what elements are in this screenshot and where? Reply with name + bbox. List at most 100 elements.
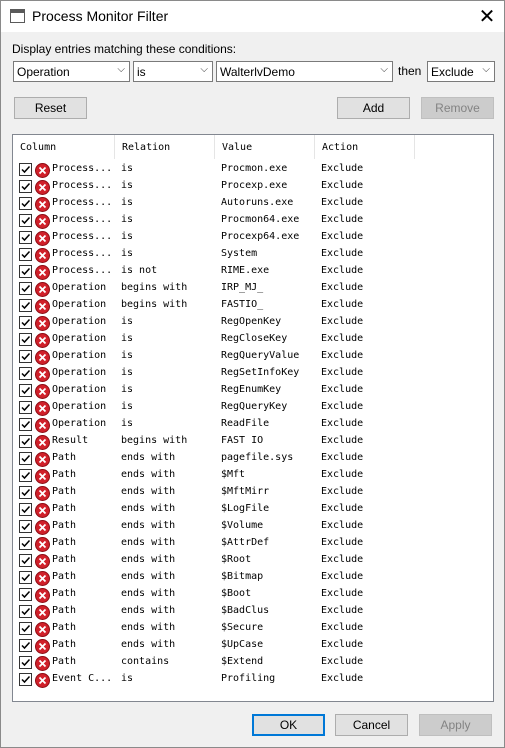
table-row[interactable]: Path ends with $Root Exclude (13, 551, 493, 569)
cell-action: Exclude (321, 571, 364, 582)
checkbox-checked-icon[interactable] (19, 503, 32, 516)
table-row[interactable]: Path contains $Extend Exclude (13, 653, 493, 671)
checkbox-checked-icon[interactable] (19, 350, 32, 363)
action-select[interactable]: Exclude ⌵ (427, 61, 495, 82)
checkbox-checked-icon[interactable] (19, 673, 32, 686)
table-row[interactable]: Event C... is Profiling Exclude (13, 670, 493, 688)
checkbox-checked-icon[interactable] (19, 452, 32, 465)
table-row[interactable]: Operation is RegEnumKey Exclude (13, 381, 493, 399)
checkbox-checked-icon[interactable] (19, 248, 32, 261)
table-row[interactable]: Operation is ReadFile Exclude (13, 415, 493, 433)
chevron-down-icon: ⌵ (200, 64, 208, 75)
checkbox-checked-icon[interactable] (19, 163, 32, 176)
table-row[interactable]: Process... is Procexp64.exe Exclude (13, 228, 493, 246)
filter-list[interactable]: Column Relation Value Action Process... i… (12, 134, 494, 702)
cell-relation: is (121, 401, 134, 412)
cell-value: System (221, 248, 258, 259)
table-row[interactable]: Operation is RegSetInfoKey Exclude (13, 364, 493, 382)
cancel-button[interactable]: Cancel (335, 714, 408, 736)
checkbox-checked-icon[interactable] (19, 316, 32, 329)
relation-select[interactable]: is ⌵ (133, 61, 213, 82)
table-row[interactable]: Operation is RegCloseKey Exclude (13, 330, 493, 348)
header-value[interactable]: Value (215, 135, 315, 159)
table-row[interactable]: Path ends with $AttrDef Exclude (13, 534, 493, 552)
checkbox-checked-icon[interactable] (19, 197, 32, 210)
exclude-x-icon (35, 163, 50, 178)
checkbox-checked-icon[interactable] (19, 180, 32, 193)
cell-relation: is not (121, 265, 158, 276)
checkbox-checked-icon[interactable] (19, 537, 32, 550)
cell-column: Process... (52, 248, 113, 259)
checkbox-checked-icon[interactable] (19, 282, 32, 295)
cell-relation: ends with (121, 639, 176, 650)
checkbox-checked-icon[interactable] (19, 367, 32, 380)
checkbox-checked-icon[interactable] (19, 554, 32, 567)
table-row[interactable]: Path ends with $UpCase Exclude (13, 636, 493, 654)
checkbox-checked-icon[interactable] (19, 639, 32, 652)
cell-action: Exclude (321, 418, 364, 429)
cell-value: $AttrDef (221, 537, 270, 548)
checkbox-checked-icon[interactable] (19, 418, 32, 431)
table-row[interactable]: Process... is Procmon64.exe Exclude (13, 211, 493, 229)
cell-action: Exclude (321, 163, 364, 174)
checkbox-checked-icon[interactable] (19, 520, 32, 533)
checkbox-checked-icon[interactable] (19, 299, 32, 312)
reset-button[interactable]: Reset (14, 97, 87, 119)
checkbox-checked-icon[interactable] (19, 656, 32, 669)
table-row[interactable]: Path ends with $Bitmap Exclude (13, 568, 493, 586)
table-row[interactable]: Operation is RegOpenKey Exclude (13, 313, 493, 331)
apply-button[interactable]: Apply (419, 714, 492, 736)
table-row[interactable]: Path ends with $BadClus Exclude (13, 602, 493, 620)
table-row[interactable]: Path ends with $LogFile Exclude (13, 500, 493, 518)
checkbox-checked-icon[interactable] (19, 571, 32, 584)
checkbox-checked-icon[interactable] (19, 265, 32, 278)
table-row[interactable]: Path ends with $Mft Exclude (13, 466, 493, 484)
table-row[interactable]: Process... is Procmon.exe Exclude (13, 160, 493, 178)
cell-relation: is (121, 367, 134, 378)
table-row[interactable]: Operation is RegQueryKey Exclude (13, 398, 493, 416)
checkbox-checked-icon[interactable] (19, 435, 32, 448)
header-relation[interactable]: Relation (115, 135, 215, 159)
add-button[interactable]: Add (337, 97, 410, 119)
table-row[interactable]: Path ends with $MftMirr Exclude (13, 483, 493, 501)
table-row[interactable]: Path ends with $Boot Exclude (13, 585, 493, 603)
cell-value: $Boot (221, 588, 252, 599)
table-row[interactable]: Process... is Autoruns.exe Exclude (13, 194, 493, 212)
checkbox-checked-icon[interactable] (19, 622, 32, 635)
table-row[interactable]: Process... is not RIME.exe Exclude (13, 262, 493, 280)
ok-button[interactable]: OK (252, 714, 325, 736)
cell-column: Path (52, 656, 77, 667)
checkbox-checked-icon[interactable] (19, 231, 32, 244)
table-row[interactable]: Operation is RegQueryValue Exclude (13, 347, 493, 365)
checkbox-checked-icon[interactable] (19, 469, 32, 482)
exclude-x-icon (35, 469, 50, 484)
remove-button[interactable]: Remove (421, 97, 494, 119)
table-row[interactable]: Result begins with FAST IO Exclude (13, 432, 493, 450)
cell-relation: begins with (121, 299, 188, 310)
table-row[interactable]: Operation begins with IRP_MJ_ Exclude (13, 279, 493, 297)
checkbox-checked-icon[interactable] (19, 214, 32, 227)
cell-relation: contains (121, 656, 170, 667)
table-row[interactable]: Path ends with $Volume Exclude (13, 517, 493, 535)
header-action[interactable]: Action (315, 135, 415, 159)
checkbox-checked-icon[interactable] (19, 605, 32, 618)
header-column[interactable]: Column (13, 135, 115, 159)
checkbox-checked-icon[interactable] (19, 588, 32, 601)
close-icon[interactable]: ✕ (470, 1, 504, 32)
table-row[interactable]: Process... is System Exclude (13, 245, 493, 263)
cell-relation: ends with (121, 588, 176, 599)
cell-value: $BadClus (221, 605, 270, 616)
checkbox-checked-icon[interactable] (19, 384, 32, 397)
exclude-x-icon (35, 673, 50, 688)
table-row[interactable]: Path ends with pagefile.sys Exclude (13, 449, 493, 467)
checkbox-checked-icon[interactable] (19, 333, 32, 346)
cell-relation: is (121, 214, 134, 225)
table-row[interactable]: Path ends with $Secure Exclude (13, 619, 493, 637)
value-combobox[interactable]: WalterlvDemo ⌵ (216, 61, 393, 82)
cell-action: Exclude (321, 197, 364, 208)
table-row[interactable]: Operation begins with FASTIO_ Exclude (13, 296, 493, 314)
column-select[interactable]: Operation ⌵ (13, 61, 130, 82)
checkbox-checked-icon[interactable] (19, 486, 32, 499)
checkbox-checked-icon[interactable] (19, 401, 32, 414)
table-row[interactable]: Process... is Procexp.exe Exclude (13, 177, 493, 195)
